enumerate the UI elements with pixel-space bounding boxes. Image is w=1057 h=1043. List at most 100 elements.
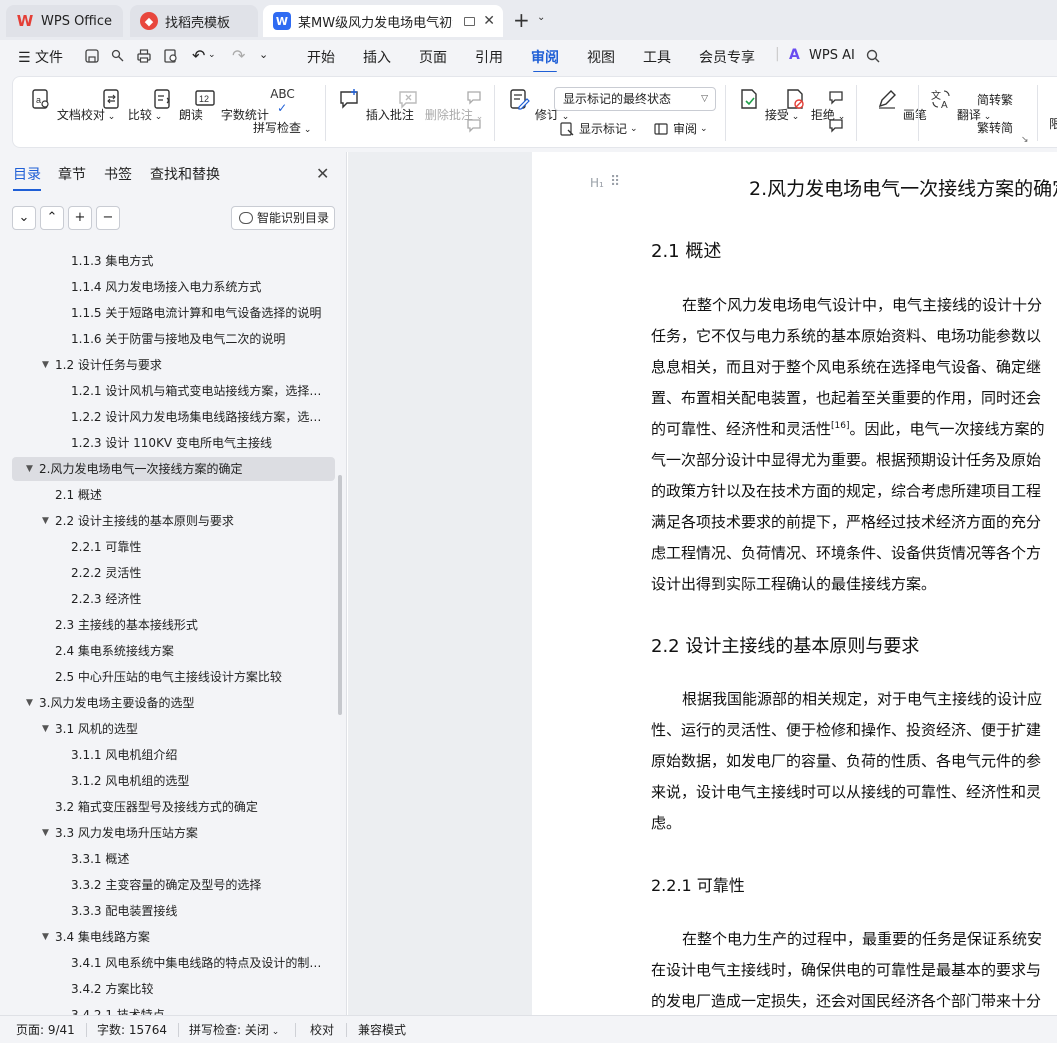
tab-find-replace[interactable]: 查找和替换 [150, 164, 220, 184]
smart-toc-button[interactable]: 智能识别目录 [231, 206, 335, 230]
drag-handle-icon[interactable]: ⠿ [610, 174, 620, 190]
toc-item[interactable]: ▼ 3.4 集电线路方案 [12, 925, 335, 949]
print-icon[interactable] [136, 48, 152, 64]
show-markup-button[interactable]: 显示标记 ⌄ [559, 120, 638, 137]
toc-item[interactable]: 3.1.2 风电机组的选型 [12, 769, 335, 793]
expand-toggle-icon[interactable]: ▼ [42, 509, 49, 533]
spell-check-status[interactable]: 拼写检查: 关闭 ⌄ [189, 1021, 279, 1038]
toc-item[interactable]: 1.2.1 设计风机与箱式变电站接线方案，选择变压器型号 [12, 379, 335, 403]
tab-current-document[interactable]: W 某MW级风力发电场电气初步设 ✕ [263, 5, 503, 37]
share-icon[interactable] [110, 48, 126, 64]
toc-item[interactable]: 3.4.2 方案比较 [12, 977, 335, 1001]
toc-item[interactable]: ▼ 1.2 设计任务与要求 [12, 353, 335, 377]
document-page[interactable]: H₁ ⠿ 2.风力发电场电气一次接线方案的确定 2.1 概述 在整个风力发电场电… [532, 152, 1057, 1015]
next-comment-icon[interactable] [466, 117, 484, 135]
spell-check-button[interactable]: ABC ✓ 拼写检查 ⌄ [253, 87, 311, 136]
close-tab-icon[interactable]: ✕ [483, 13, 495, 29]
menu-insert[interactable]: 插入 [363, 47, 391, 67]
toc-scrollbar[interactable] [338, 475, 342, 715]
pen-button[interactable]: 画笔 [875, 87, 927, 123]
next-change-icon[interactable] [828, 117, 846, 135]
toc-item-label: 3.4.1 风电系统中集电线路的特点及设计的制约因素 [71, 956, 328, 970]
undo-icon[interactable]: ↶ [192, 46, 205, 65]
toc-item[interactable]: 3.2 箱式变压器型号及接线方式的确定 [12, 795, 335, 819]
new-tab-button[interactable]: + [513, 8, 530, 32]
tab-sections[interactable]: 章节 [58, 164, 86, 184]
toc-item[interactable]: 2.2.3 经济性 [12, 587, 335, 611]
file-menu[interactable]: ☰ 文件 [18, 47, 63, 67]
menu-start[interactable]: 开始 [307, 47, 335, 67]
toc-item[interactable]: 1.1.3 集电方式 [12, 249, 335, 273]
toc-item[interactable]: 1.2.2 设计风力发电场集电线路接线方案，选择导线型号 [12, 405, 335, 429]
simplified-to-traditional-button[interactable]: 简转繁 [977, 91, 1013, 108]
menu-page[interactable]: 页面 [419, 47, 447, 67]
toc-item[interactable]: 1.2.3 设计 110KV 变电所电气主接线 [12, 431, 335, 455]
review-pane-button[interactable]: 审阅 ⌄ [653, 120, 708, 137]
expand-toggle-icon[interactable]: ▼ [42, 353, 49, 377]
toc-item[interactable]: 3.1.1 风电机组介绍 [12, 743, 335, 767]
expand-toggle-icon[interactable]: ▼ [42, 717, 49, 741]
previous-comment-icon[interactable] [466, 89, 484, 107]
toc-item[interactable]: ▼ 3.1 风机的选型 [12, 717, 335, 741]
print-preview-icon[interactable] [163, 48, 179, 64]
toc-item[interactable]: ▼ 3.风力发电场主要设备的选型 [12, 691, 335, 715]
heading-level-icon[interactable]: H₁ [590, 176, 604, 190]
expand-level-button[interactable]: ⌃ [40, 206, 64, 230]
collapse-level-button[interactable]: ⌄ [12, 206, 36, 230]
toc-item[interactable]: 3.3.1 概述 [12, 847, 335, 871]
paragraph-line: 任务，它不仅与电力系统的基本原始资料、电场功能参数以 [651, 327, 1042, 345]
expand-toggle-icon[interactable]: ▼ [26, 691, 33, 715]
menu-member[interactable]: 会员专享 [699, 47, 755, 67]
word-count-status[interactable]: 字数: 15764 [97, 1021, 167, 1038]
citation-marker[interactable]: [16] [831, 421, 849, 431]
tab-docer-templates[interactable]: ◆ 找稻壳模板 [130, 5, 258, 37]
spell-check-label: 拼写检查 [253, 121, 302, 135]
toc-item[interactable]: 2.1 概述 [12, 483, 335, 507]
toc-item[interactable]: 3.3.3 配电装置接线 [12, 899, 335, 923]
page-indicator[interactable]: 页面: 9/41 [16, 1021, 75, 1038]
ribbon-group-expand-icon[interactable]: ↘ [1021, 135, 1029, 145]
menu-references[interactable]: 引用 [475, 47, 503, 67]
toc-item[interactable]: 3.4.1 风电系统中集电线路的特点及设计的制约因素 [12, 951, 335, 975]
wps-ai-button[interactable]: WPS AI [809, 48, 855, 63]
expand-toggle-icon[interactable]: ▼ [42, 925, 49, 949]
toc-item[interactable]: 2.5 中心升压站的电气主接线设计方案比较 [12, 665, 335, 689]
traditional-to-simplified-button[interactable]: 繁转简 [977, 119, 1013, 136]
ribbon-overflow-label[interactable]: 限 [1049, 115, 1057, 132]
monitor-icon[interactable] [464, 16, 475, 26]
remove-heading-button[interactable]: − [96, 206, 120, 230]
proof-status[interactable]: 校对 [310, 1021, 334, 1038]
toc-item[interactable]: 2.2.1 可靠性 [12, 535, 335, 559]
previous-change-icon[interactable] [828, 89, 846, 107]
toc-item[interactable]: 1.1.5 关于短路电流计算和电气设备选择的说明 [12, 301, 335, 325]
menu-view[interactable]: 视图 [587, 47, 615, 67]
chevron-down-icon[interactable]: ⌄ [537, 12, 545, 23]
toc-item[interactable]: 2.4 集电系统接线方案 [12, 639, 335, 663]
menu-tools[interactable]: 工具 [643, 47, 671, 67]
markup-display-select[interactable]: 显示标记的最终状态 ▽ [554, 87, 716, 111]
toc-item[interactable]: ▼ 3.3 风力发电场升压站方案 [12, 821, 335, 845]
toc-item[interactable]: 1.1.6 关于防雷与接地及电气二次的说明 [12, 327, 335, 351]
toc-item[interactable]: 2.3 主接线的基本接线形式 [12, 613, 335, 637]
toc-item[interactable]: 2.2.2 灵活性 [12, 561, 335, 585]
toc-item[interactable]: 3.4.2.1 技术特点 [12, 1003, 335, 1015]
status-divider [178, 1023, 179, 1037]
close-nav-icon[interactable]: ✕ [316, 164, 329, 183]
save-icon[interactable] [84, 48, 100, 64]
search-icon[interactable] [865, 48, 881, 64]
toc-item[interactable]: 3.3.2 主变容量的确定及型号的选择 [12, 873, 335, 897]
chevron-down-icon[interactable]: ⌄ [208, 50, 216, 60]
menu-review[interactable]: 审阅 [531, 47, 559, 73]
tab-toc[interactable]: 目录 [13, 164, 41, 191]
delete-comment-icon [399, 91, 417, 109]
toc-item[interactable]: ▼ 2.2 设计主接线的基本原则与要求 [12, 509, 335, 533]
tab-bookmarks[interactable]: 书签 [104, 164, 132, 184]
toc-item[interactable]: 1.1.4 风力发电场接入电力系统方式 [12, 275, 335, 299]
expand-toggle-icon[interactable]: ▼ [26, 457, 33, 481]
customize-chevron-icon[interactable]: ⌄ [259, 48, 268, 61]
redo-icon[interactable]: ↷ [232, 46, 245, 65]
toc-item[interactable]: ▼ 2.风力发电场电气一次接线方案的确定 [12, 457, 335, 481]
add-heading-button[interactable]: + [68, 206, 92, 230]
expand-toggle-icon[interactable]: ▼ [42, 821, 49, 845]
tab-wps-office[interactable]: W WPS Office [6, 5, 123, 37]
